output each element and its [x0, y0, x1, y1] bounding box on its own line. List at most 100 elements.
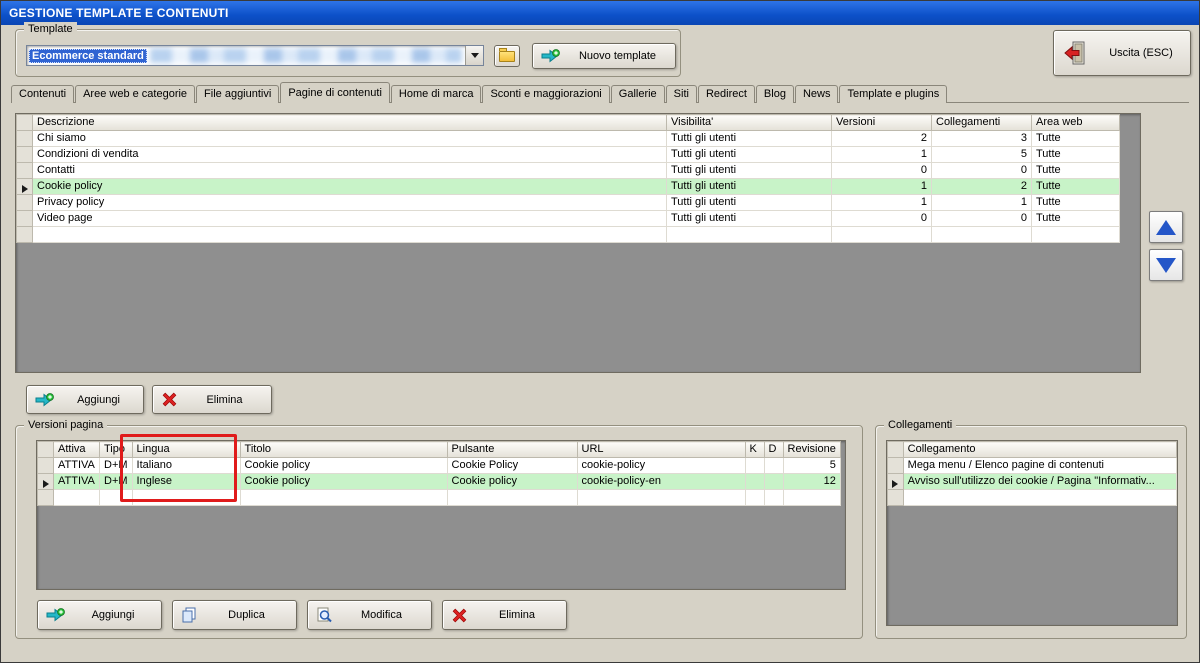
- cell-collegamenti[interactable]: 1: [931, 194, 1032, 211]
- cell-k[interactable]: [744, 457, 765, 474]
- template-combo[interactable]: Ecommerce standard: [26, 45, 484, 66]
- version-row-selected[interactable]: ATTIVA D+M Inglese Cookie policy Cookie …: [37, 473, 841, 490]
- cell-versioni[interactable]: 2: [831, 130, 932, 147]
- cell-collegamenti[interactable]: 5: [931, 146, 1032, 163]
- cell-url[interactable]: cookie-policy: [576, 457, 746, 474]
- cell-versioni[interactable]: 1: [831, 146, 932, 163]
- table-row[interactable]: Privacy policy Tutti gli utenti 1 1 Tutt…: [16, 194, 1120, 211]
- table-row-selected[interactable]: Cookie policy Tutti gli utenti 1 2 Tutte: [16, 178, 1120, 195]
- link-row-selected[interactable]: Avviso sull'utilizzo dei cookie / Pagina…: [887, 473, 1177, 490]
- cell-area-web[interactable]: Tutte: [1031, 210, 1120, 227]
- add-page-button[interactable]: Aggiungi: [26, 385, 144, 414]
- add-version-button[interactable]: Aggiungi: [37, 600, 162, 630]
- tab-sconti-e-maggiorazioni[interactable]: Sconti e maggiorazioni: [482, 85, 610, 103]
- cell-pulsante[interactable]: Cookie Policy: [446, 457, 578, 474]
- row-marker-cell[interactable]: [16, 178, 33, 195]
- cell-url[interactable]: cookie-policy-en: [576, 473, 746, 490]
- move-down-button[interactable]: [1149, 249, 1183, 281]
- cell-tipo[interactable]: D+M: [99, 457, 133, 474]
- pages-grid-header-row: Descrizione Visibilita' Versioni Collega…: [16, 114, 1120, 131]
- cell-revisione[interactable]: 12: [782, 473, 841, 490]
- cell-area-web[interactable]: Tutte: [1031, 130, 1120, 147]
- table-row[interactable]: Contatti Tutti gli utenti 0 0 Tutte: [16, 162, 1120, 179]
- tab-pagine-di-contenuti[interactable]: Pagine di contenuti: [280, 82, 390, 103]
- table-row[interactable]: Chi siamo Tutti gli utenti 2 3 Tutte: [16, 130, 1120, 147]
- row-marker-cell[interactable]: [16, 146, 33, 163]
- tab-gallerie[interactable]: Gallerie: [610, 85, 665, 103]
- tab-siti[interactable]: Siti: [665, 85, 697, 103]
- cell-collegamenti[interactable]: 3: [931, 130, 1032, 147]
- row-marker-cell[interactable]: [16, 210, 33, 227]
- link-row[interactable]: Mega menu / Elenco pagine di contenuti: [887, 457, 1177, 474]
- combo-dropdown-button[interactable]: [465, 46, 483, 65]
- cell-area-web[interactable]: Tutte: [1031, 146, 1120, 163]
- cell-descrizione[interactable]: Contatti: [32, 162, 667, 179]
- cell-titolo[interactable]: Cookie policy: [239, 457, 448, 474]
- cell-k[interactable]: [744, 473, 765, 490]
- cell-versioni[interactable]: 1: [831, 178, 932, 195]
- row-marker-cell[interactable]: [16, 194, 33, 211]
- row-marker-cell[interactable]: [16, 162, 33, 179]
- current-row-marker: [892, 479, 899, 488]
- title-bar[interactable]: GESTIONE TEMPLATE E CONTENUTI: [1, 1, 1199, 25]
- row-marker-cell[interactable]: [37, 457, 54, 474]
- cell-visibilita[interactable]: Tutti gli utenti: [666, 178, 832, 195]
- exit-button[interactable]: Uscita (ESC): [1053, 30, 1191, 76]
- cell-versioni[interactable]: 1: [831, 194, 932, 211]
- cell-versioni[interactable]: 0: [831, 210, 932, 227]
- cell-descrizione[interactable]: Privacy policy: [32, 194, 667, 211]
- tab-template-e-plugins[interactable]: Template e plugins: [839, 85, 948, 103]
- tab-news[interactable]: News: [794, 85, 839, 103]
- cell-lingua[interactable]: Italiano: [131, 457, 241, 474]
- column-header-d: D: [763, 441, 784, 458]
- cell-attiva[interactable]: ATTIVA: [53, 457, 100, 474]
- tab-file-aggiuntivi[interactable]: File aggiuntivi: [196, 85, 280, 103]
- delete-page-button[interactable]: Elimina: [152, 385, 272, 414]
- table-row[interactable]: Condizioni di vendita Tutti gli utenti 1…: [16, 146, 1120, 163]
- cell-visibilita[interactable]: Tutti gli utenti: [666, 162, 832, 179]
- cell-attiva[interactable]: ATTIVA: [53, 473, 100, 490]
- row-marker-cell[interactable]: [887, 473, 904, 490]
- version-row[interactable]: ATTIVA D+M Italiano Cookie policy Cookie…: [37, 457, 841, 474]
- cell-visibilita[interactable]: Tutti gli utenti: [666, 194, 832, 211]
- cell-visibilita[interactable]: Tutti gli utenti: [666, 146, 832, 163]
- cell-descrizione[interactable]: Condizioni di vendita: [32, 146, 667, 163]
- row-marker-cell[interactable]: [887, 457, 904, 474]
- tab-blog[interactable]: Blog: [755, 85, 794, 103]
- open-folder-button[interactable]: [494, 45, 520, 67]
- cell-collegamenti[interactable]: 0: [931, 210, 1032, 227]
- cell-descrizione[interactable]: Cookie policy: [32, 178, 667, 195]
- cell-revisione[interactable]: 5: [782, 457, 841, 474]
- table-row[interactable]: Video page Tutti gli utenti 0 0 Tutte: [16, 210, 1120, 227]
- tab-contenuti[interactable]: Contenuti: [11, 85, 75, 103]
- cell-titolo[interactable]: Cookie policy: [239, 473, 448, 490]
- cell-collegamento[interactable]: Mega menu / Elenco pagine di contenuti: [902, 457, 1177, 474]
- cell-descrizione[interactable]: Chi siamo: [32, 130, 667, 147]
- cell-collegamenti[interactable]: 2: [931, 178, 1032, 195]
- modify-version-button[interactable]: Modifica: [307, 600, 432, 630]
- duplicate-version-button[interactable]: Duplica: [172, 600, 297, 630]
- cell-area-web[interactable]: Tutte: [1031, 178, 1120, 195]
- row-marker-cell[interactable]: [16, 130, 33, 147]
- cell-area-web[interactable]: Tutte: [1031, 194, 1120, 211]
- cell-versioni[interactable]: 0: [831, 162, 932, 179]
- cell-collegamento[interactable]: Avviso sull'utilizzo dei cookie / Pagina…: [902, 473, 1177, 490]
- cell-lingua[interactable]: Inglese: [131, 473, 241, 490]
- move-up-button[interactable]: [1149, 211, 1183, 243]
- cell-d[interactable]: [763, 473, 784, 490]
- tab-home-di-marca[interactable]: Home di marca: [390, 85, 482, 103]
- cell-descrizione[interactable]: Video page: [32, 210, 667, 227]
- row-marker-cell[interactable]: [37, 473, 54, 490]
- cell-visibilita[interactable]: Tutti gli utenti: [666, 130, 832, 147]
- delete-version-button[interactable]: Elimina: [442, 600, 567, 630]
- new-template-button[interactable]: Nuovo template: [532, 43, 676, 69]
- cell-collegamenti[interactable]: 0: [931, 162, 1032, 179]
- cell-visibilita[interactable]: Tutti gli utenti: [666, 210, 832, 227]
- empty-cell: [99, 489, 133, 506]
- cell-d[interactable]: [763, 457, 784, 474]
- tab-redirect[interactable]: Redirect: [697, 85, 755, 103]
- cell-area-web[interactable]: Tutte: [1031, 162, 1120, 179]
- cell-pulsante[interactable]: Cookie policy: [446, 473, 578, 490]
- tab-aree-web-e-categorie[interactable]: Aree web e categorie: [75, 85, 196, 103]
- cell-tipo[interactable]: D+M: [99, 473, 133, 490]
